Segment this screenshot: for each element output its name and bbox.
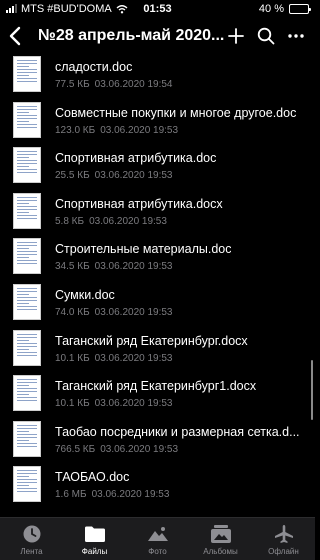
document-thumbnail-icon [13,329,41,366]
more-dots-icon [288,34,304,38]
document-thumbnail-icon [13,375,41,412]
document-thumbnail-icon [13,101,41,138]
file-row[interactable]: Таганский ряд Екатеринбург1.docx 10.1 КБ 0… [0,371,315,416]
tab-4[interactable]: Альбомы [189,518,252,560]
file-size: 123.0 КБ [55,124,96,136]
chevron-left-icon [9,26,21,46]
file-size: 25.5 КБ [55,170,90,182]
navigation-bar: №28 апрель-май 2020... [0,18,315,54]
search-button[interactable] [255,25,277,47]
tab-label: Офлайн [268,547,299,556]
file-meta: 74.0 КБ 03.06.2020 19:53 [55,307,173,318]
file-name: Совместные покупки и многое другое.doc [55,105,297,120]
tab-label: Лента [20,547,43,556]
document-thumbnail-icon [13,56,41,92]
file-row[interactable]: Таобао посредники и размерная сетка.d...… [0,417,315,462]
wifi-icon [116,5,128,14]
tab-label: Файлы [81,547,108,556]
file-row[interactable]: Совместные покупки и многое другое.doc 12… [0,98,315,143]
file-row[interactable]: Спортивная атрибутика.doc 25.5 КБ 03.06.20… [0,143,315,188]
tab-1[interactable]: Лента [0,518,63,560]
document-thumbnail-icon [13,420,41,457]
carrier-name: MTS #BUD'DOMA [21,3,112,15]
file-meta: 766.5 КБ 03.06.2020 19:53 [55,444,178,455]
tab-label: Альбомы [203,547,238,556]
more-button[interactable] [285,25,307,47]
file-date: 03.06.2020 19:53 [94,261,173,273]
file-name: Строительные материалы.doc [55,242,232,257]
file-row[interactable]: ТАОБАО.doc 1.6 МБ 03.06.2020 19:53 [0,462,315,507]
file-name: Сумки.doc [55,288,115,302]
tab-3[interactable]: Фото [126,518,189,560]
file-size: 1.6 МБ [55,489,87,501]
file-meta: 5.8 КБ 03.06.2020 19:53 [55,216,167,227]
file-size: 766.5 КБ [55,443,96,455]
tab-label: Фото [148,547,167,556]
file-size: 74.0 КБ [55,307,90,318]
file-list[interactable]: сладости.doc 77.5 КБ 03.06.2020 19:54 Совме… [0,56,315,517]
file-size: 10.1 КБ [55,352,90,364]
file-size: 34.5 КБ [55,261,90,273]
battery-icon [289,4,311,14]
file-row[interactable]: Спортивная атрибутика.docx 5.8 КБ 03.06.20… [0,189,315,234]
file-name: Спортивная атрибутика.doc [55,151,217,166]
back-button[interactable] [0,18,30,54]
file-meta: 123.0 КБ 03.06.2020 19:53 [55,125,178,136]
add-button[interactable] [225,25,247,47]
document-thumbnail-icon [13,147,41,184]
file-date: 03.06.2020 19:53 [94,398,173,410]
tab-5[interactable]: Офлайн [252,518,315,560]
tab-bar: Лента Файлы Фото Альбомы Офлайн [0,517,315,560]
airplane-icon [274,524,294,544]
file-name: Спортивная атрибутика.docx [55,196,223,211]
file-meta: 10.1 КБ 03.06.2020 19:53 [55,353,173,364]
folder-icon [84,524,106,544]
albums-icon [210,524,232,544]
file-row[interactable]: Строительные материалы.doc 34.5 КБ 03.06.2… [0,234,315,279]
document-thumbnail-icon [13,466,41,503]
file-date: 03.06.2020 19:53 [94,170,173,182]
file-date: 03.06.2020 19:53 [94,307,173,318]
file-name: ТАОБАО.doc [55,470,130,485]
file-meta: 1.6 МБ 03.06.2020 19:53 [55,489,169,500]
file-size: 10.1 КБ [55,398,90,410]
document-thumbnail-icon [13,192,41,229]
file-meta: 10.1 КБ 03.06.2020 19:53 [55,398,173,409]
file-name: Таганский ряд Екатеринбург1.docx [55,379,257,394]
battery-percent: 40 % [258,3,284,15]
clock-icon [22,524,42,544]
scrollbar[interactable] [310,360,313,420]
file-name: сладости.doc [55,60,133,74]
file-date: 03.06.2020 19:54 [94,79,173,90]
file-size: 77.5 КБ [55,79,90,90]
folder-title: №28 апрель-май 2020... [38,27,225,44]
file-size: 5.8 КБ [55,215,85,227]
file-date: 03.06.2020 19:53 [100,124,179,136]
file-name: Таобао посредники и размерная сетка.d... [55,424,300,439]
document-thumbnail-icon [13,238,41,275]
file-row[interactable]: Сумки.doc 74.0 КБ 03.06.2020 19:53 [0,280,315,325]
file-date: 03.06.2020 19:53 [94,352,173,364]
plus-icon [228,28,244,44]
file-row[interactable]: сладости.doc 77.5 КБ 03.06.2020 19:54 [0,56,315,97]
mountain-photo-icon [147,524,169,544]
file-date: 03.06.2020 19:53 [100,443,179,455]
file-name: Таганский ряд Екатеринбург.docx [55,333,248,348]
search-icon [257,27,275,45]
file-date: 03.06.2020 19:53 [91,489,170,501]
file-row[interactable]: Таганский ряд Екатеринбург.docx 10.1 КБ 03… [0,326,315,371]
file-meta: 25.5 КБ 03.06.2020 19:53 [55,170,173,181]
status-bar: MTS #BUD'DOMA 01:53 40 % [0,0,315,18]
tab-2[interactable]: Файлы [63,518,126,560]
signal-icon [6,4,17,13]
file-date: 03.06.2020 19:53 [89,215,167,227]
file-meta: 77.5 КБ 03.06.2020 19:54 [55,79,173,90]
document-thumbnail-icon [13,284,41,320]
file-meta: 34.5 КБ 03.06.2020 19:53 [55,261,173,272]
